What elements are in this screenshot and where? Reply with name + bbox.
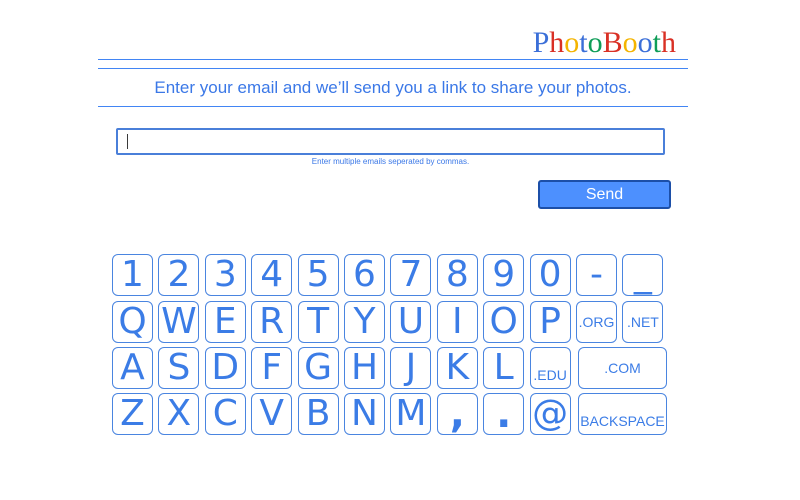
key-s[interactable]: S <box>158 347 200 389</box>
key-e[interactable]: E <box>204 301 246 343</box>
key-hyphen[interactable]: - <box>576 254 617 296</box>
key-b[interactable]: B <box>297 393 339 435</box>
key-y[interactable]: Y <box>344 301 385 343</box>
key-7[interactable]: 7 <box>390 254 432 296</box>
key-0[interactable]: 0 <box>529 254 571 296</box>
text-caret <box>127 134 128 149</box>
key-u[interactable]: U <box>390 301 432 343</box>
instruction-text: Enter your email and we’ll send you a li… <box>154 78 632 97</box>
key-at[interactable]: @ <box>529 393 571 435</box>
key-k[interactable]: K <box>436 347 478 389</box>
key-p[interactable]: P <box>529 301 571 343</box>
key-a[interactable]: A <box>112 347 153 389</box>
key-4[interactable]: 4 <box>251 254 293 296</box>
header-divider-middle <box>98 68 688 69</box>
key-6[interactable]: 6 <box>344 254 385 296</box>
key-w[interactable]: W <box>158 301 200 343</box>
key-i[interactable]: I <box>436 301 478 343</box>
key-o[interactable]: O <box>483 301 525 343</box>
key-dot-net[interactable]: .NET <box>622 301 664 343</box>
key-h[interactable]: H <box>344 347 385 389</box>
email-hint: Enter multiple emails seperated by comma… <box>311 157 470 166</box>
email-input[interactable] <box>116 128 665 155</box>
key-g[interactable]: G <box>297 347 339 389</box>
key-f[interactable]: F <box>251 347 293 389</box>
key-c[interactable]: C <box>204 393 246 435</box>
key-3[interactable]: 3 <box>204 254 246 296</box>
key-r[interactable]: R <box>251 301 293 343</box>
logo-letter: o <box>587 26 603 59</box>
key-8[interactable]: 8 <box>436 254 478 296</box>
key-t[interactable]: T <box>297 301 339 343</box>
photobooth-logo: PhotoBooth <box>533 26 676 60</box>
logo-letter: P <box>532 26 550 59</box>
logo-letter: o <box>564 26 580 59</box>
key-5[interactable]: 5 <box>297 254 339 296</box>
logo-letter: t <box>579 26 588 59</box>
key-dot-edu[interactable]: .EDU <box>529 347 571 389</box>
key-j[interactable]: J <box>390 347 432 389</box>
key-v[interactable]: V <box>251 393 293 435</box>
key-n[interactable]: N <box>344 393 385 435</box>
key-d[interactable]: D <box>204 347 246 389</box>
key-backspace[interactable]: BACKSPACE <box>578 393 667 435</box>
key-q[interactable]: Q <box>112 301 153 343</box>
header-divider-bottom <box>98 106 688 107</box>
key-x[interactable]: X <box>158 393 200 435</box>
key-dot-com[interactable]: .COM <box>578 347 667 389</box>
logo-letter: o <box>622 26 638 59</box>
logo-letter: h <box>549 26 565 59</box>
key-z[interactable]: Z <box>112 393 153 435</box>
key-l[interactable]: L <box>483 347 525 389</box>
logo-letter: h <box>661 26 676 59</box>
key-9[interactable]: 9 <box>483 254 525 296</box>
key-underscore[interactable]: _ <box>622 254 664 296</box>
key-period[interactable]: . <box>483 393 525 435</box>
logo-letter: t <box>652 26 661 59</box>
key-comma[interactable]: , <box>436 393 478 435</box>
key-2[interactable]: 2 <box>158 254 200 296</box>
logo-letter: B <box>602 26 623 59</box>
logo-letter: o <box>637 26 653 59</box>
key-dot-org[interactable]: .ORG <box>576 301 617 343</box>
send-button[interactable]: Send <box>538 180 671 209</box>
header-divider-top <box>98 59 688 60</box>
key-1[interactable]: 1 <box>112 254 153 296</box>
key-m[interactable]: M <box>390 393 432 435</box>
